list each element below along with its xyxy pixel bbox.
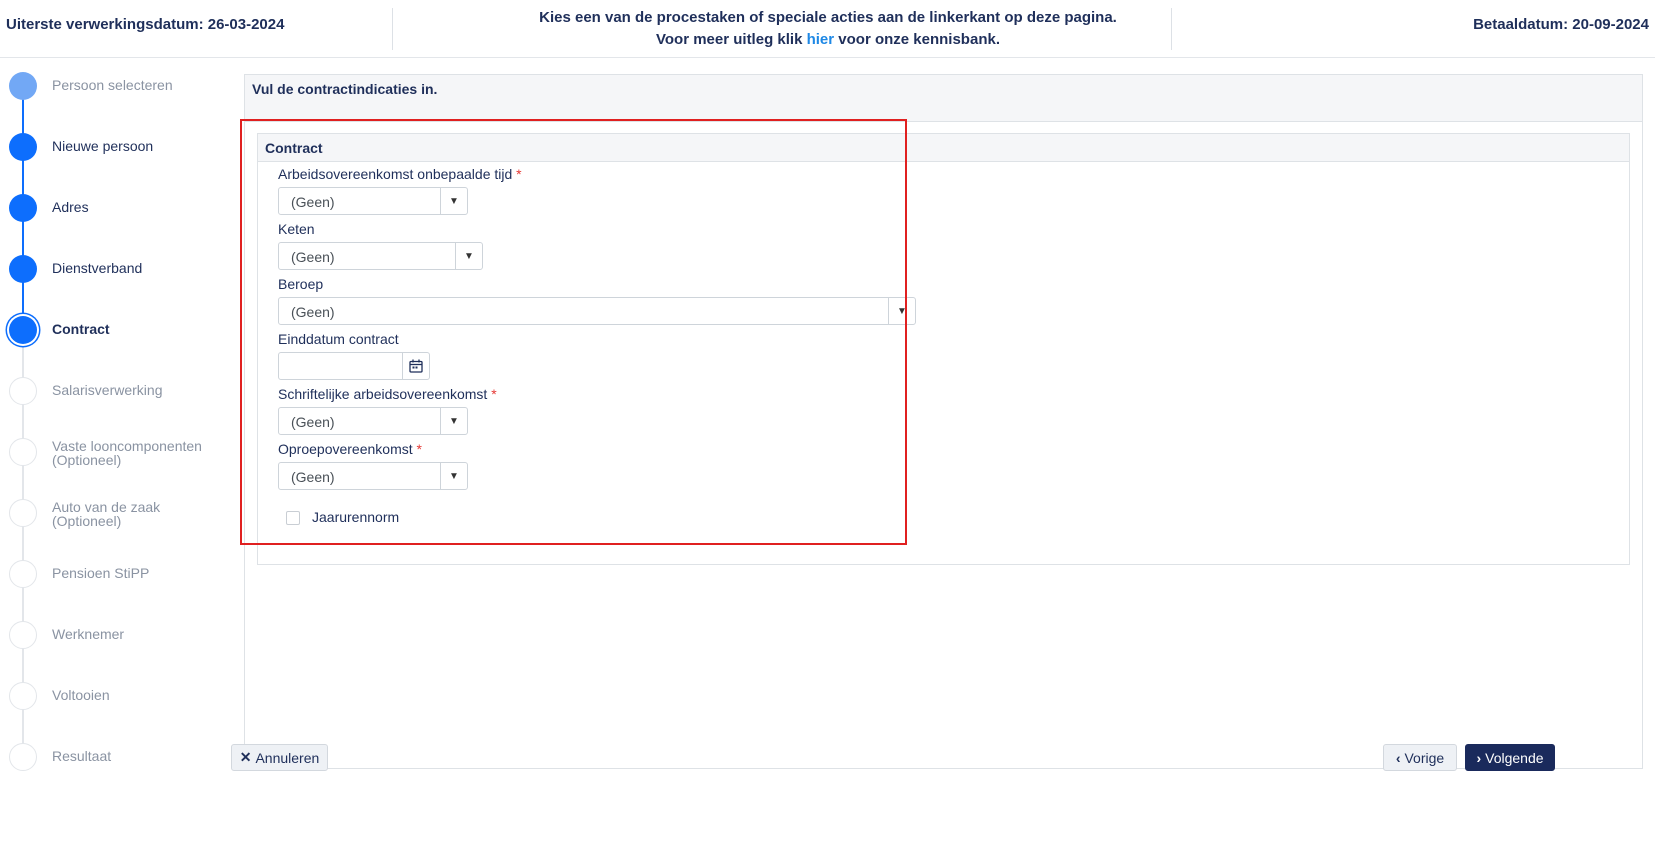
step-indicator — [9, 499, 37, 527]
instruction-pre: Voor meer uitleg klik — [655, 31, 803, 48]
step-label-main: Auto van de zaak — [52, 499, 161, 515]
next-button[interactable]: › Volgende — [1465, 744, 1555, 771]
step-label: Persoon selecteren — [52, 77, 173, 93]
step-indicator — [9, 194, 37, 222]
step-label: Auto van de zaak (Optioneel) — [52, 500, 160, 528]
step-label: Voltooien — [52, 687, 110, 703]
cancel-button[interactable]: ✕ Annuleren — [231, 744, 328, 771]
step-dienstverband[interactable]: Dienstverband — [0, 249, 230, 289]
step-indicator — [9, 377, 37, 405]
step-label: Vaste looncomponenten (Optioneel) — [52, 439, 202, 467]
instruction-line-1: Kies een van de procestaken of speciale … — [539, 9, 1117, 26]
header-divider — [1171, 8, 1172, 50]
step-contract[interactable]: Contract — [0, 310, 230, 350]
chevron-right-icon: › — [1476, 749, 1482, 766]
step-adres[interactable]: Adres — [0, 188, 230, 228]
step-persoon-selecteren[interactable]: Persoon selecteren — [0, 66, 230, 106]
step-label: Contract — [52, 321, 110, 337]
step-label-optional: (Optioneel) — [52, 452, 122, 468]
step-indicator — [9, 682, 37, 710]
panel-title: Vul de contractindicaties in. — [252, 81, 438, 97]
step-label: Pensioen StiPP — [52, 565, 150, 581]
next-label: Volgende — [1485, 749, 1544, 766]
step-label: Adres — [52, 199, 89, 215]
step-label: Resultaat — [52, 748, 112, 764]
step-label-main: Vaste looncomponenten — [52, 438, 202, 454]
instruction-post: voor onze kennisbank. — [838, 31, 1000, 48]
step-label: Dienstverband — [52, 260, 143, 276]
step-indicator — [9, 560, 37, 588]
step-indicator — [9, 316, 37, 344]
step-indicator — [9, 72, 37, 100]
step-salarisverwerking[interactable]: Salarisverwerking — [0, 371, 230, 411]
knowledge-base-link[interactable]: hier — [807, 31, 835, 48]
step-voltooien[interactable]: Voltooien — [0, 676, 230, 716]
step-label: Salarisverwerking — [52, 382, 163, 398]
previous-button[interactable]: ‹ Vorige — [1383, 744, 1457, 771]
step-indicator — [9, 621, 37, 649]
step-label: Nieuwe persoon — [52, 138, 154, 154]
chevron-left-icon: ‹ — [1395, 749, 1401, 766]
step-indicator — [9, 255, 37, 283]
step-label: Werknemer — [52, 626, 125, 642]
header-divider — [392, 8, 393, 50]
step-pensioen-stipp[interactable]: Pensioen StiPP — [0, 554, 230, 594]
instruction-line-2: Voor meer uitleg klik hier voor onze ken… — [418, 29, 1238, 51]
highlight-box — [240, 119, 907, 545]
step-auto-van-de-zaak[interactable]: Auto van de zaak (Optioneel) — [0, 493, 230, 533]
step-indicator — [9, 438, 37, 466]
step-werknemer[interactable]: Werknemer — [0, 615, 230, 655]
panel-header: Vul de contractindicaties in. — [245, 75, 1642, 122]
cancel-label: Annuleren — [255, 749, 320, 766]
step-indicator — [9, 743, 37, 771]
payment-date: Betaaldatum: 20-09-2024 — [1473, 16, 1649, 33]
step-resultaat[interactable]: Resultaat — [0, 737, 230, 777]
step-label-optional: (Optioneel) — [52, 513, 122, 529]
processing-deadline: Uiterste verwerkingsdatum: 26-03-2024 — [6, 16, 285, 33]
previous-label: Vorige — [1404, 749, 1445, 766]
page-header: Uiterste verwerkingsdatum: 26-03-2024 Ki… — [0, 0, 1655, 58]
step-vaste-looncomponenten[interactable]: Vaste looncomponenten (Optioneel) — [0, 432, 230, 472]
step-nieuwe-persoon[interactable]: Nieuwe persoon — [0, 127, 230, 167]
step-indicator — [9, 133, 37, 161]
process-stepper: Persoon selecteren Nieuwe persoon Adres … — [0, 70, 230, 830]
close-icon: ✕ — [239, 749, 252, 765]
header-instructions: Kies een van de procestaken of speciale … — [418, 7, 1238, 51]
